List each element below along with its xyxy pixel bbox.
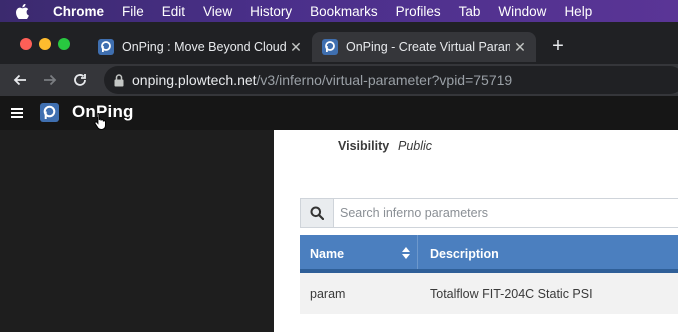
- menu-history[interactable]: History: [241, 4, 301, 19]
- cell-description: Totalflow FIT-204C Static PSI: [430, 287, 593, 301]
- tab-title: OnPing - Create Virtual Parame: [346, 40, 510, 54]
- onping-logo-icon[interactable]: [40, 103, 59, 122]
- tab-close-icon[interactable]: ✕: [510, 39, 530, 56]
- address-bar[interactable]: onping.plowtech.net/v3/inferno/virtual-p…: [104, 66, 678, 94]
- search-icon[interactable]: [301, 199, 334, 227]
- sort-icon[interactable]: [401, 246, 411, 260]
- menu-view[interactable]: View: [194, 4, 241, 19]
- menu-tab[interactable]: Tab: [450, 4, 490, 19]
- apple-menu-icon[interactable]: [0, 3, 44, 19]
- tab-create-virtual-parameter[interactable]: OnPing - Create Virtual Parame ✕: [312, 32, 536, 62]
- column-header-description[interactable]: Description: [430, 247, 499, 261]
- tab-title: OnPing : Move Beyond Cloud S: [122, 40, 286, 54]
- table-header-row: Name Description: [300, 235, 678, 273]
- parameter-search: [300, 198, 678, 228]
- menu-window[interactable]: Window: [489, 4, 555, 19]
- lock-icon[interactable]: [114, 73, 124, 87]
- back-arrow-icon[interactable]: [8, 68, 32, 92]
- sidebar-pane: [0, 130, 274, 332]
- forward-arrow-icon[interactable]: [38, 68, 62, 92]
- tab-close-icon[interactable]: ✕: [286, 39, 306, 56]
- new-tab-plus-icon[interactable]: +: [548, 36, 568, 56]
- column-divider: [417, 235, 418, 269]
- visibility-label: Visibility: [338, 139, 390, 153]
- tab-onping-home[interactable]: OnPing : Move Beyond Cloud S ✕: [88, 32, 312, 62]
- menu-app-name[interactable]: Chrome: [44, 4, 113, 19]
- table-row[interactable]: param Totalflow FIT-204C Static PSI: [300, 273, 678, 314]
- macos-menu-bar: Chrome File Edit View History Bookmarks …: [0, 0, 678, 22]
- onping-favicon-icon: [322, 39, 338, 55]
- visibility-value: Public: [398, 139, 433, 153]
- menu-profiles[interactable]: Profiles: [387, 4, 450, 19]
- hand-pointer-cursor-icon: [94, 112, 106, 130]
- window-close-button[interactable]: [20, 38, 32, 50]
- menu-file[interactable]: File: [113, 4, 153, 19]
- onping-favicon-icon: [98, 39, 114, 55]
- column-header-name[interactable]: Name: [310, 247, 344, 261]
- search-input[interactable]: [334, 199, 678, 227]
- window-minimize-button[interactable]: [39, 38, 51, 50]
- url-path: /v3/inferno/virtual-parameter?vpid=75719: [256, 72, 513, 88]
- hamburger-menu-icon[interactable]: [11, 108, 23, 118]
- window-zoom-button[interactable]: [58, 38, 70, 50]
- menu-bookmarks[interactable]: Bookmarks: [301, 4, 387, 19]
- cell-name: param: [310, 287, 346, 301]
- menu-edit[interactable]: Edit: [153, 4, 194, 19]
- reload-icon[interactable]: [68, 68, 92, 92]
- menu-help[interactable]: Help: [555, 4, 601, 19]
- url-host: onping.plowtech.net: [132, 72, 257, 88]
